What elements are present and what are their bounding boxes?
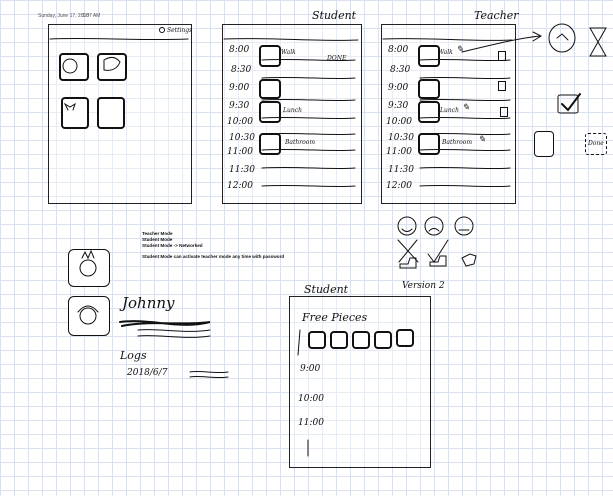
sketch-strokes	[49, 23, 607, 457]
